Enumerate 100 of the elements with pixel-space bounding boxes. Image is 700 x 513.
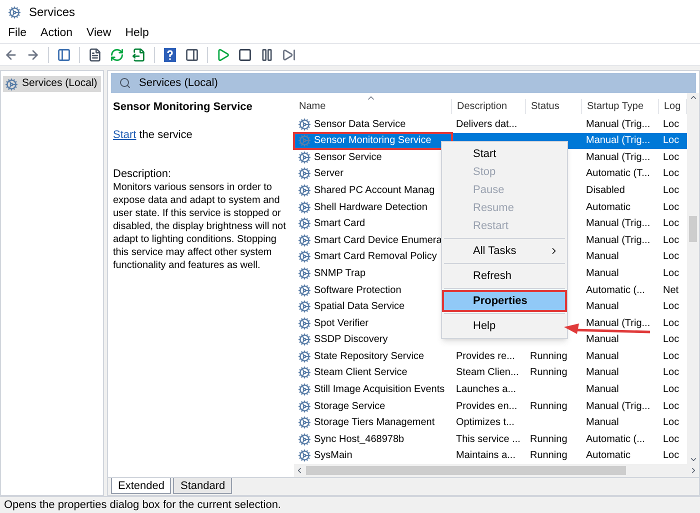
name-cell[interactable]: Still Image Acquisition Events bbox=[294, 381, 452, 398]
vertical-scrollbar[interactable] bbox=[687, 93, 699, 464]
document-icon[interactable] bbox=[88, 48, 102, 62]
table-cell: Manual bbox=[586, 350, 619, 362]
table-cell: Running bbox=[530, 450, 568, 462]
panel-toggle-icon[interactable] bbox=[57, 48, 71, 62]
service-name: SysMain bbox=[314, 449, 352, 464]
table-cell: Automatic (... bbox=[586, 434, 645, 445]
table-cell: Running bbox=[530, 350, 568, 362]
table-cell: Manual (Trig... bbox=[586, 234, 650, 246]
description-text: Monitors various sensors in order to expose data and adapt to system and user state. If this service is stopped or disabled, the display brightness will not adapt to lighting conditions. Stopping this service may affect other system functionality and features as well. bbox=[113, 181, 287, 272]
table-cell: Manual bbox=[586, 334, 619, 346]
name-cell[interactable]: Sensor Data Service bbox=[294, 116, 452, 133]
table-cell: Manual (Trig... bbox=[586, 318, 650, 329]
gear-icon bbox=[298, 316, 311, 330]
resume-icon[interactable] bbox=[282, 48, 296, 62]
menu-item[interactable]: Help bbox=[125, 24, 149, 42]
table-cell: Loc bbox=[663, 384, 680, 395]
name-cell[interactable]: State Repository Service bbox=[294, 348, 452, 365]
view-tab[interactable]: Extended bbox=[111, 478, 172, 494]
service-name: Storage Service bbox=[314, 400, 386, 414]
context-menu-item[interactable]: Properties bbox=[444, 292, 565, 310]
search-icon bbox=[119, 77, 131, 89]
name-cell[interactable]: Storage Tiers Management bbox=[294, 414, 452, 431]
stop-icon[interactable] bbox=[238, 48, 252, 62]
refresh-icon[interactable] bbox=[110, 48, 124, 62]
service-name: SNMP Trap bbox=[314, 266, 366, 281]
table-cell: Automatic (... bbox=[586, 284, 645, 296]
export-icon[interactable] bbox=[132, 48, 146, 62]
table-cell: Delivers dat... bbox=[456, 118, 518, 130]
gear-icon bbox=[298, 167, 311, 180]
gear-icon bbox=[298, 284, 311, 297]
table-cell: Loc bbox=[663, 152, 680, 163]
start-link[interactable]: Start bbox=[113, 129, 136, 142]
link-text: the service bbox=[139, 129, 192, 142]
table-cell: Steam Clien... bbox=[456, 367, 519, 378]
column-header[interactable]: Status bbox=[526, 98, 582, 114]
name-cell[interactable]: Storage Service bbox=[294, 398, 452, 414]
menu-item[interactable]: File bbox=[8, 24, 27, 42]
table-cell: Disabled bbox=[586, 185, 625, 196]
column-header[interactable]: Startup Type bbox=[582, 98, 659, 114]
play-icon[interactable] bbox=[216, 48, 230, 62]
table-cell: Manual bbox=[586, 268, 619, 279]
menu-item[interactable]: Action bbox=[40, 24, 72, 42]
name-cell[interactable]: Steam Client Service bbox=[294, 364, 452, 382]
table-cell: Manual (Trig... bbox=[586, 400, 650, 412]
service-title: Sensor Monitoring Service bbox=[113, 101, 254, 114]
gear-icon bbox=[298, 449, 311, 462]
table-cell: Automatic (T... bbox=[586, 168, 650, 180]
gear-icon bbox=[298, 432, 311, 446]
table-cell: Manual (Trig... bbox=[586, 218, 650, 230]
view-tab[interactable]: Standard bbox=[173, 478, 232, 494]
gear-icon bbox=[298, 350, 311, 363]
gear-icon bbox=[298, 250, 311, 264]
table-cell: Loc bbox=[663, 301, 680, 312]
table-cell: Loc bbox=[663, 251, 680, 262]
description-label: Description: bbox=[113, 168, 172, 181]
table-cell: This service ... bbox=[456, 434, 520, 445]
table-cell: Automatic bbox=[586, 450, 630, 462]
table-cell: Loc bbox=[663, 135, 680, 146]
name-cell[interactable]: SysMain bbox=[294, 448, 452, 464]
help-icon[interactable] bbox=[163, 48, 177, 62]
table-cell: Manual bbox=[586, 417, 619, 428]
table-cell: Running bbox=[530, 434, 568, 445]
menu-item[interactable]: View bbox=[86, 24, 112, 42]
table-cell: Manual bbox=[586, 384, 619, 395]
panel-icon[interactable] bbox=[185, 48, 199, 62]
table-cell: Provides re... bbox=[456, 350, 515, 362]
table-cell: Loc bbox=[663, 350, 680, 362]
scroll-right-icon[interactable] bbox=[689, 466, 698, 475]
scrollbar-thumb[interactable] bbox=[689, 216, 697, 242]
forward-arrow-icon[interactable] bbox=[26, 48, 40, 62]
pause-icon[interactable] bbox=[260, 48, 274, 62]
service-name: Spot Verifier bbox=[314, 316, 368, 331]
service-name: SSDP Discovery bbox=[314, 333, 388, 348]
horizontal-scrollbar[interactable] bbox=[294, 464, 699, 477]
scroll-left-icon[interactable] bbox=[295, 466, 304, 475]
gear-icon bbox=[298, 333, 311, 346]
scroll-down-icon[interactable] bbox=[688, 455, 698, 464]
table-cell: Loc bbox=[663, 168, 680, 180]
services-gear-icon bbox=[8, 6, 21, 18]
scrollbar-thumb[interactable] bbox=[306, 466, 626, 475]
table-cell: Manual (Trig... bbox=[586, 118, 650, 130]
gear-icon bbox=[298, 366, 311, 380]
name-cell[interactable]: Sync Host_468978b bbox=[294, 430, 452, 448]
table-cell: Manual (Trig... bbox=[586, 152, 650, 163]
tree-item[interactable]: Services (Local) bbox=[3, 76, 101, 92]
gear-icon bbox=[298, 200, 311, 214]
table-cell: Loc bbox=[663, 118, 680, 130]
table-cell: Loc bbox=[663, 434, 680, 445]
scroll-up-icon[interactable] bbox=[688, 93, 698, 102]
column-header[interactable]: Name bbox=[294, 98, 452, 114]
table-cell: Maintains a... bbox=[456, 450, 516, 462]
table-cell: Loc bbox=[663, 417, 680, 428]
gear-icon bbox=[298, 150, 311, 164]
table-cell: Launches a... bbox=[456, 384, 516, 395]
service-name: Still Image Acquisition Events bbox=[314, 383, 445, 397]
table-cell: Loc bbox=[663, 202, 680, 213]
service-name: Sensor Service bbox=[314, 150, 382, 165]
column-header[interactable]: Description bbox=[452, 98, 526, 114]
